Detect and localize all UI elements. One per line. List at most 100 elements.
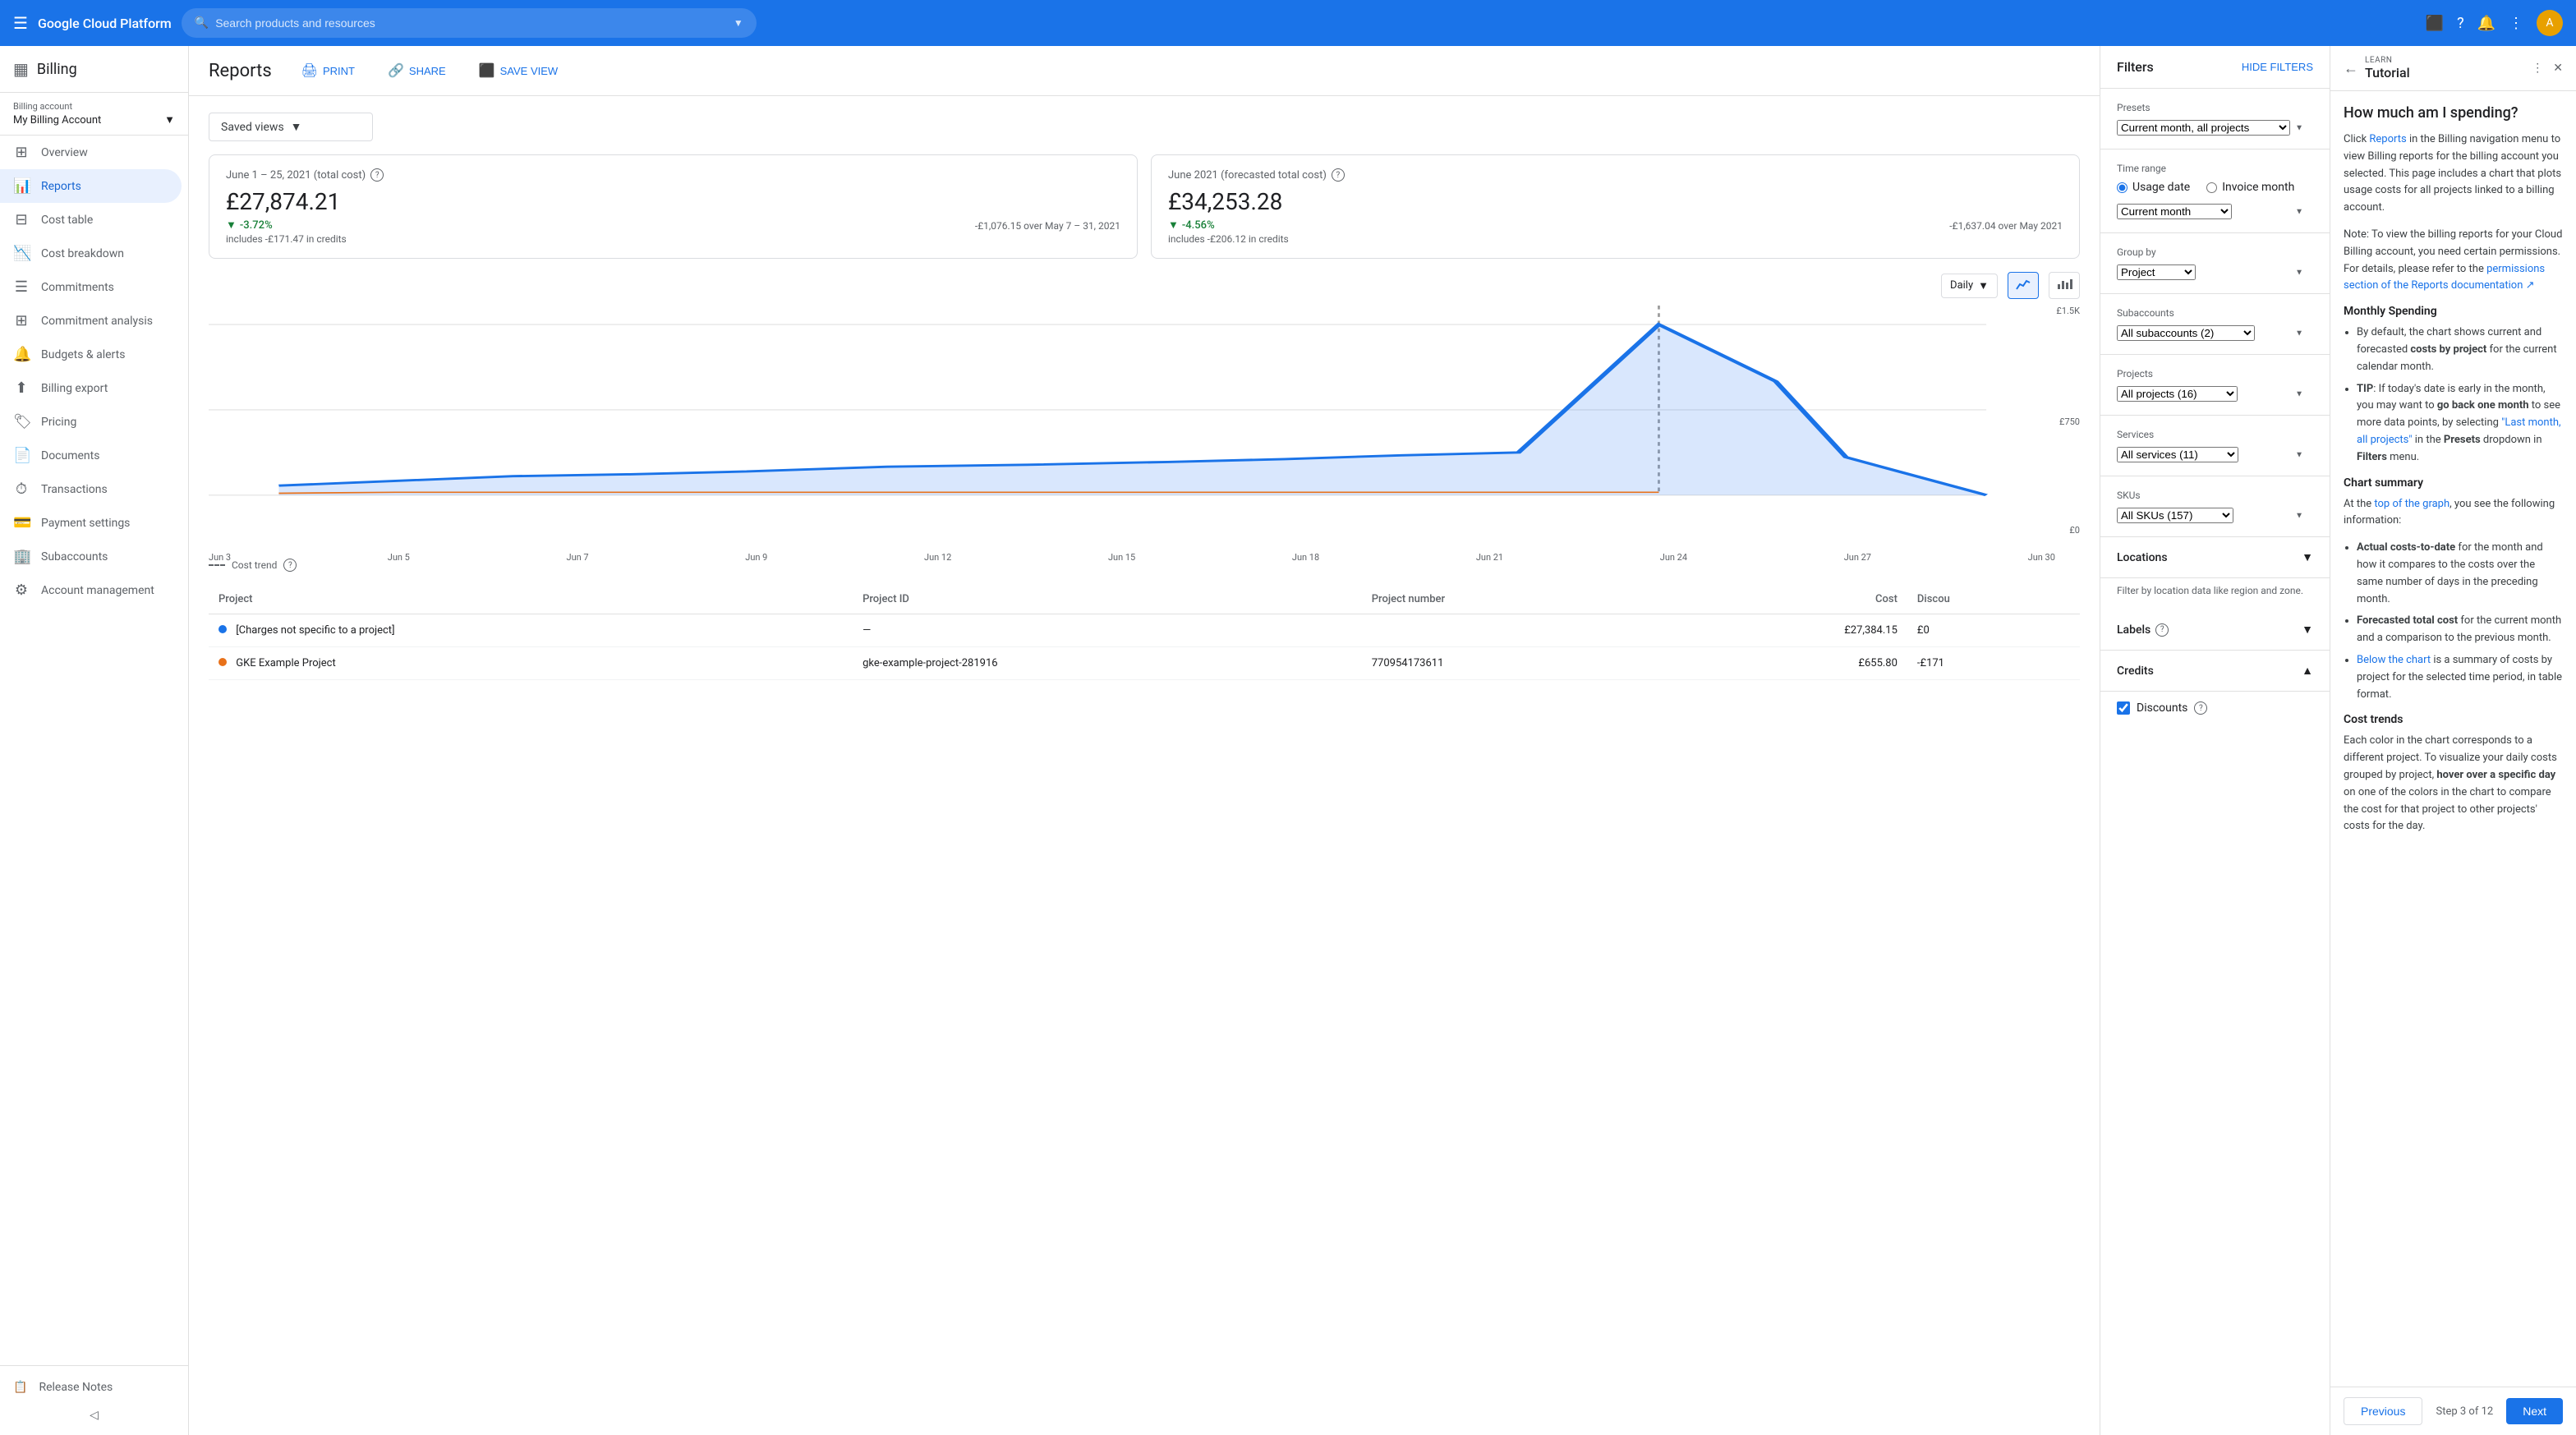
cloud-shell-icon[interactable]: ⬛ (2426, 15, 2444, 32)
tutorial-more-icon[interactable]: ⋮ (2532, 62, 2543, 75)
sidebar-item-reports[interactable]: 📊 Reports (0, 169, 182, 203)
top-graph-link[interactable]: top of the graph (2374, 498, 2450, 510)
save-view-label: SAVE VIEW (500, 65, 559, 77)
sidebar-item-budgets-alerts[interactable]: 🔔 Budgets & alerts (0, 338, 182, 371)
top-nav: ☰ Google Cloud Platform 🔍 ▼ ⬛ ? 🔔 ⋮ A (0, 0, 2576, 46)
chart-summary-list: Actual costs-to-date for the month and h… (2344, 540, 2563, 703)
project-dot-blue (218, 625, 227, 633)
labels-help-icon[interactable]: ? (2155, 623, 2169, 637)
radio-usage-label: Usage date (2132, 181, 2190, 194)
share-button[interactable]: 🔗 SHARE (378, 57, 456, 84)
radio-invoice-month[interactable]: Invoice month (2206, 181, 2294, 194)
filter-time-range: Time range Usage date Invoice month Curr… (2100, 149, 2330, 233)
radio-usage-input[interactable] (2117, 182, 2128, 193)
back-icon[interactable]: ← (2344, 60, 2358, 77)
discounts-help-icon[interactable]: ? (2194, 701, 2207, 715)
subaccounts-select[interactable]: All subaccounts (2) (2117, 325, 2255, 341)
bar-chart-btn[interactable] (2049, 272, 2080, 299)
saved-views-button[interactable]: Saved views ▼ (209, 113, 373, 141)
group-by-select[interactable]: Project (2117, 264, 2196, 280)
reports-link[interactable]: Reports (2369, 133, 2406, 145)
sidebar-collapse-btn[interactable]: ◁ (0, 1402, 188, 1428)
table-header: Project Project ID Project number Cost D… (209, 585, 2080, 614)
stat-forecast-help-icon[interactable]: ? (1332, 168, 1345, 182)
sidebar-label-pricing: Pricing (41, 416, 76, 429)
filters-title: Filters (2117, 59, 2154, 75)
avatar[interactable]: A (2537, 10, 2563, 36)
daily-selector[interactable]: Daily ▼ (1941, 274, 1998, 298)
tutorial-close-icon[interactable]: ✕ (2553, 62, 2563, 75)
main-layout: ▦ Billing Billing account My Billing Acc… (0, 46, 2576, 1435)
sidebar-item-commitment-analysis[interactable]: ⊞ Commitment analysis (0, 304, 182, 338)
filter-labels-header[interactable]: Labels ? ▼ (2100, 609, 2330, 651)
monthly-spending-list: By default, the chart shows current and … (2344, 324, 2563, 466)
line-chart-btn[interactable] (2008, 272, 2039, 299)
sidebar-item-billing-export[interactable]: ⬆ Billing export (0, 371, 182, 405)
projects-select[interactable]: All projects (16) (2117, 386, 2238, 402)
release-notes-icon: 📋 (13, 1381, 27, 1394)
account-selector[interactable]: Billing account My Billing Account ▼ (0, 93, 188, 136)
sidebar-item-transactions[interactable]: ⏱ Transactions (0, 472, 182, 506)
skus-select[interactable]: All SKUs (157) (2117, 508, 2233, 523)
chart-summary-title: Chart summary (2344, 476, 2563, 490)
filter-services: Services All services (11) (2100, 416, 2330, 476)
filter-credits-header[interactable]: Credits ▲ (2100, 651, 2330, 692)
radio-invoice-input[interactable] (2206, 182, 2217, 193)
permissions-link[interactable]: permissions section of the Reports docum… (2344, 263, 2545, 292)
sidebar-item-cost-table[interactable]: ⊟ Cost table (0, 203, 182, 237)
sidebar-item-pricing[interactable]: 🏷 Pricing (0, 405, 182, 439)
project-dot-orange (218, 658, 227, 666)
search-dropdown-icon[interactable]: ▼ (734, 17, 743, 29)
sidebar-item-commitments[interactable]: ☰ Commitments (0, 270, 182, 304)
below-chart-link[interactable]: Below the chart (2357, 654, 2431, 666)
account-selector-control[interactable]: My Billing Account ▼ (13, 113, 175, 126)
sidebar-item-overview[interactable]: ⊞ Overview (0, 136, 182, 169)
credits-collapse-icon: ▲ (2302, 664, 2313, 678)
print-button[interactable]: 🖨 PRINT (292, 57, 365, 84)
locations-sub-text: Filter by location data like region and … (2100, 578, 2330, 609)
col-cost: Cost (1668, 585, 1907, 614)
save-view-button[interactable]: ⬛ SAVE VIEW (469, 57, 568, 84)
search-input[interactable] (215, 16, 727, 30)
services-select[interactable]: All services (11) (2117, 447, 2238, 462)
sidebar-label-commitments: Commitments (41, 281, 114, 294)
sidebar-label-reports: Reports (41, 180, 81, 193)
tutorial-main-title: How much am I spending? (2344, 104, 2563, 122)
step-indicator: Step 3 of 12 (2436, 1405, 2493, 1418)
filter-subaccounts: Subaccounts All subaccounts (2) (2100, 294, 2330, 355)
next-button[interactable]: Next (2506, 1398, 2563, 1424)
more-options-icon[interactable]: ⋮ (2509, 15, 2523, 32)
sidebar-item-release-notes[interactable]: 📋 Release Notes (0, 1373, 188, 1402)
tutorial-header-left: ← LEARN Tutorial (2344, 56, 2410, 80)
subaccounts-icon: 🏢 (13, 548, 30, 565)
sidebar-item-documents[interactable]: 📄 Documents (0, 439, 182, 472)
locations-title: Locations (2117, 551, 2168, 564)
time-period-select[interactable]: Current month (2117, 204, 2232, 219)
row2-project-id: gke-example-project-281916 (853, 647, 1362, 680)
previous-button[interactable]: Previous (2344, 1397, 2422, 1425)
hide-filters-button[interactable]: HIDE FILTERS (2242, 61, 2313, 73)
line-chart-icon (2015, 278, 2031, 291)
discounts-checkbox[interactable] (2117, 701, 2130, 715)
billing-icon: ▦ (13, 59, 29, 79)
hamburger-menu[interactable]: ☰ (13, 13, 28, 33)
presets-select[interactable]: Current month, all projects (2117, 120, 2290, 136)
discounts-checkbox-label[interactable]: Discounts ? (2117, 701, 2313, 715)
radio-usage-date[interactable]: Usage date (2117, 181, 2190, 194)
stat-actual-help-icon[interactable]: ? (370, 168, 384, 182)
sidebar-bottom: 📋 Release Notes ◁ (0, 1365, 188, 1435)
help-icon[interactable]: ? (2457, 15, 2464, 32)
filter-locations-header[interactable]: Locations ▼ (2100, 537, 2330, 578)
sidebar-item-payment-settings[interactable]: 💳 Payment settings (0, 506, 182, 540)
stat-forecast-sub1: includes -£206.12 in credits (1168, 233, 1289, 245)
collapse-icon: ◁ (90, 1409, 99, 1422)
sidebar-item-cost-breakdown[interactable]: 📉 Cost breakdown (0, 237, 182, 270)
sidebar-item-subaccounts[interactable]: 🏢 Subaccounts (0, 540, 182, 573)
row1-project-number (1362, 614, 1668, 647)
tutorial-header-right: ⋮ ✕ (2532, 62, 2563, 75)
notifications-icon[interactable]: 🔔 (2477, 15, 2496, 32)
row2-discount: -£171 (1907, 647, 2080, 680)
radio-group-time: Usage date Invoice month (2117, 181, 2313, 194)
sidebar-item-account-management[interactable]: ⚙ Account management (0, 573, 182, 607)
pricing-icon: 🏷 (13, 413, 30, 430)
